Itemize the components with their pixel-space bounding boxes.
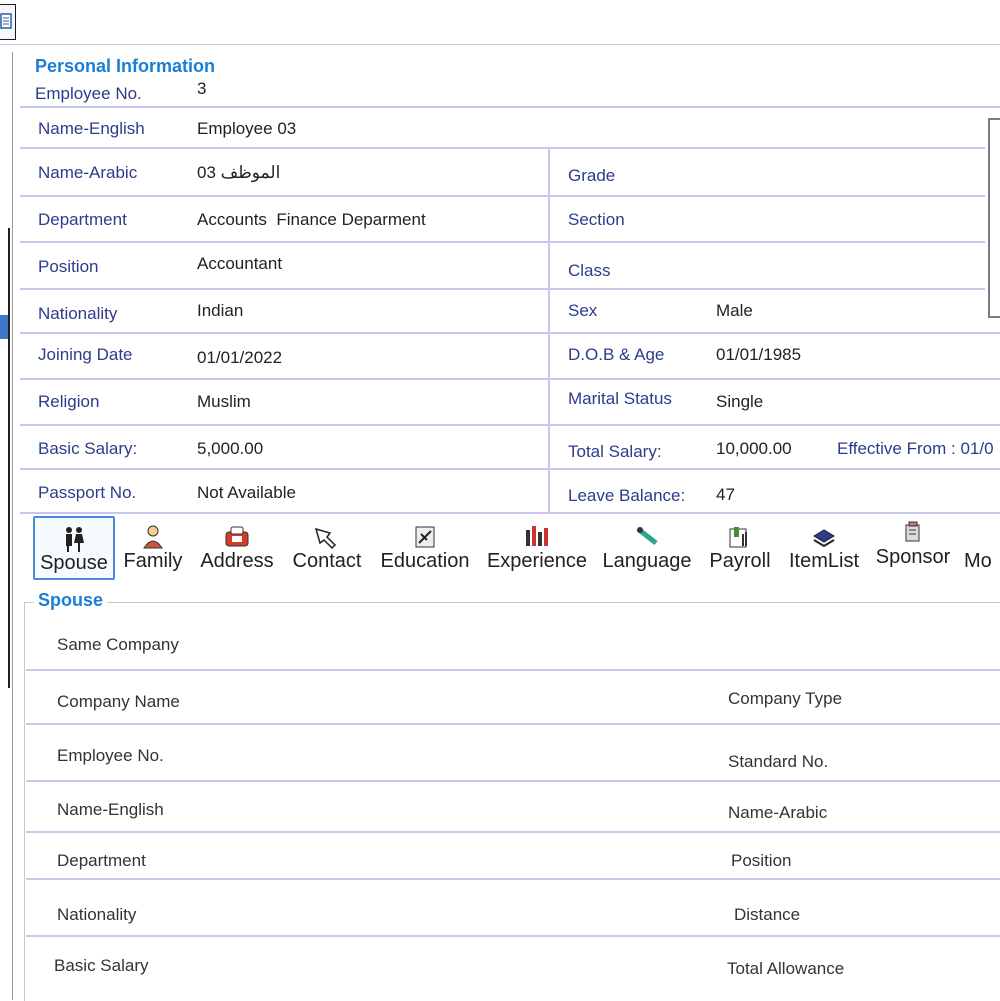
more-icon — [996, 524, 1000, 554]
divider — [26, 831, 1000, 833]
spouse-total-allowance-label: Total Allowance — [727, 959, 845, 978]
spouse-name-english-label: Name-English — [57, 800, 164, 819]
left-list-selected-item[interactable] — [0, 315, 8, 339]
spouse-employee-no-label: Employee No. — [57, 746, 164, 765]
spouse-same-company-label: Same Company — [57, 635, 179, 654]
spouse-nationality-label: Nationality — [57, 905, 137, 924]
religion-value: Muslim — [197, 392, 251, 411]
tab-more[interactable]: Mo — [964, 516, 1000, 580]
employee-no-value: 3 — [197, 79, 207, 98]
tab-label: Mo — [964, 550, 992, 572]
divider — [26, 935, 1000, 937]
divider — [20, 106, 1000, 108]
nationality-value: Indian — [197, 301, 244, 320]
position-value: Accountant — [197, 254, 283, 273]
joining-date-value: 01/01/2022 — [197, 348, 283, 367]
divider — [26, 723, 1000, 725]
left-list-border — [0, 228, 10, 688]
employee-no-label: Employee No. — [35, 84, 142, 103]
marital-status-value: Single — [716, 392, 764, 411]
section-title: Personal Information — [35, 56, 216, 76]
leave-balance-value: 47 — [716, 485, 735, 504]
nationality-label: Nationality — [38, 304, 118, 323]
divider — [26, 878, 1000, 880]
spouse-company-name-label: Company Name — [57, 692, 180, 711]
spouse-name-arabic-label: Name-Arabic — [728, 803, 828, 822]
tab-label: Payroll — [709, 550, 771, 572]
divider — [20, 424, 1000, 426]
tab-label: Spouse — [40, 552, 108, 574]
divider — [20, 195, 985, 197]
sex-label: Sex — [568, 301, 598, 320]
effective-from-label: Effective From : 01/0 — [837, 439, 994, 458]
dob-age-value: 01/01/1985 — [716, 345, 802, 364]
spouse-distance-label: Distance — [734, 905, 801, 924]
tab-label: ItemList — [788, 550, 860, 572]
passport-no-value: Not Available — [197, 483, 296, 502]
name-english-value: Employee 03 — [197, 119, 297, 138]
name-arabic-label: Name-Arabic — [38, 163, 138, 182]
total-salary-value: 10,000.00 — [716, 439, 792, 458]
passport-no-label: Passport No. — [38, 483, 137, 502]
divider — [20, 512, 1000, 514]
employee-photo[interactable] — [988, 118, 1000, 318]
tab-language[interactable]: Language — [600, 516, 694, 580]
section-label: Section — [568, 210, 625, 229]
position-label: Position — [38, 257, 99, 276]
top-toolbar — [0, 0, 1000, 45]
class-label: Class — [568, 261, 611, 280]
tab-label: Sponsor — [875, 546, 951, 568]
tab-label: Contact — [292, 550, 362, 572]
divider — [26, 669, 1000, 671]
tab-payroll[interactable]: Payroll — [706, 516, 774, 580]
tab-label: Education — [380, 550, 470, 572]
leave-balance-label: Leave Balance: — [568, 486, 686, 505]
tab-label: Family — [123, 550, 183, 572]
divider — [20, 332, 1000, 334]
tab-label: Address — [200, 550, 274, 572]
spouse-department-label: Department — [57, 851, 146, 870]
tab-itemlist[interactable]: ItemList — [784, 516, 864, 580]
spouse-position-label: Position — [731, 851, 792, 870]
column-divider — [548, 147, 550, 512]
spouse-basic-salary-label: Basic Salary — [54, 956, 149, 975]
spouse-standard-no-label: Standard No. — [728, 752, 829, 771]
dob-age-label: D.O.B & Age — [568, 345, 665, 364]
tab-family[interactable]: Family — [120, 516, 186, 580]
total-salary-label: Total Salary: — [568, 442, 662, 461]
name-english-label: Name-English — [38, 119, 145, 138]
tab-spouse[interactable]: Spouse — [33, 516, 115, 580]
spouse-company-type-label: Company Type — [728, 689, 843, 708]
divider — [26, 780, 1000, 782]
tab-address[interactable]: Address — [196, 516, 278, 580]
document-icon[interactable] — [0, 4, 16, 40]
detail-tabs: Spouse Family Address Contact Education … — [24, 516, 1000, 588]
sex-value: Male — [716, 301, 753, 320]
tab-contact[interactable]: Contact — [288, 516, 366, 580]
name-arabic-value: الموظف 03 — [197, 163, 281, 182]
divider — [20, 378, 1000, 380]
divider — [20, 468, 1000, 470]
tab-label: Language — [602, 550, 692, 572]
tab-education[interactable]: Education — [378, 516, 472, 580]
marital-status-label: Marital Status — [568, 389, 672, 408]
department-value: Accounts Finance Deparment — [197, 210, 426, 229]
joining-date-label: Joining Date — [38, 345, 133, 364]
department-label: Department — [38, 210, 127, 229]
grade-label: Grade — [568, 166, 616, 185]
divider — [20, 147, 985, 149]
basic-salary-label: Basic Salary: — [38, 439, 138, 458]
basic-salary-value: 5,000.00 — [197, 439, 264, 458]
spouse-group — [24, 602, 1000, 1001]
spouse-group-title: Spouse — [34, 590, 108, 611]
divider — [20, 288, 985, 290]
religion-label: Religion — [38, 392, 100, 411]
tab-label: Experience — [486, 550, 588, 572]
tab-experience[interactable]: Experience — [486, 516, 588, 580]
tab-sponsor[interactable]: Sponsor — [874, 512, 952, 576]
divider — [20, 241, 985, 243]
